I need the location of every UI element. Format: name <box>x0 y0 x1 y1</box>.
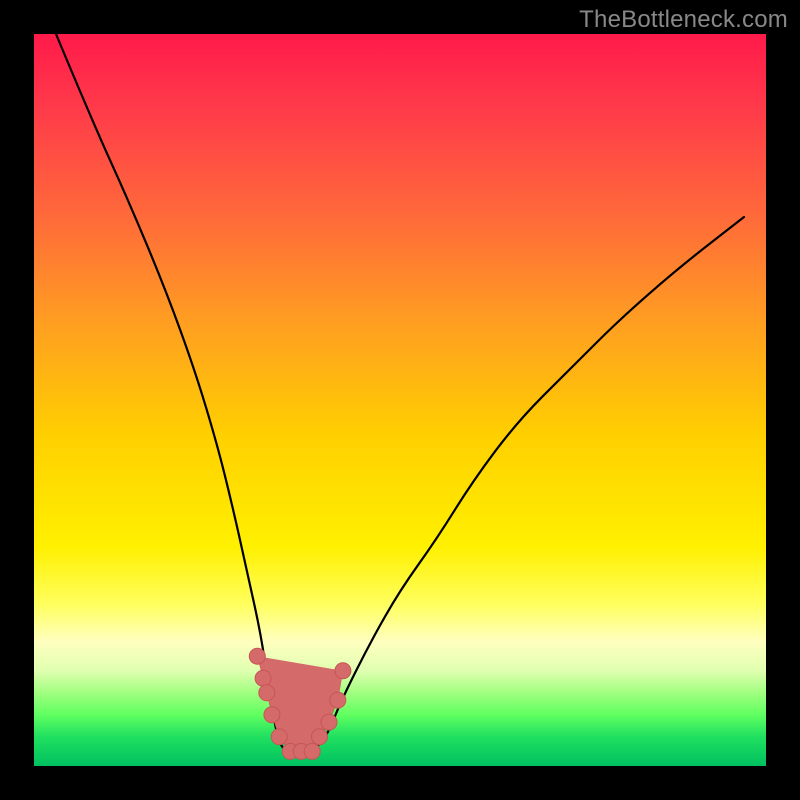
chart-frame: TheBottleneck.com <box>0 0 800 800</box>
scatter-point <box>249 648 265 664</box>
scatter-point <box>271 729 287 745</box>
chart-svg <box>34 34 766 766</box>
plot-area <box>34 34 766 766</box>
scatter-group <box>249 648 351 759</box>
scatter-point <box>321 714 337 730</box>
scatter-bar <box>257 656 343 751</box>
scatter-point <box>330 692 346 708</box>
bottleneck-curve <box>56 34 744 751</box>
scatter-point <box>255 670 271 686</box>
scatter-point <box>304 743 320 759</box>
scatter-point <box>259 685 275 701</box>
scatter-point <box>312 729 328 745</box>
watermark-text: TheBottleneck.com <box>579 6 788 34</box>
scatter-point <box>264 707 280 723</box>
scatter-point <box>335 663 351 679</box>
